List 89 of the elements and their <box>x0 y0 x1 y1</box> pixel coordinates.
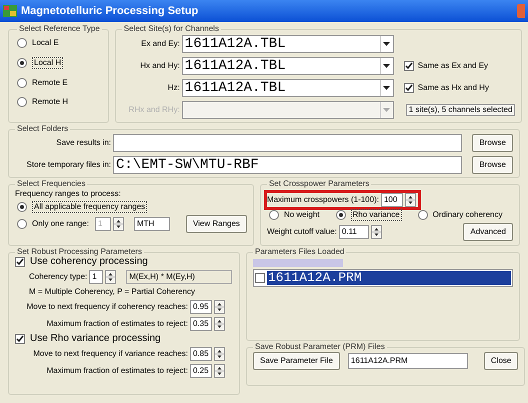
group-title: Save Robust Parameter (PRM) Files <box>254 342 386 352</box>
checkbox[interactable] <box>255 273 265 283</box>
radio-button[interactable] <box>17 219 27 229</box>
note-text: M = Multiple Coherency, P = Partial Coherency <box>28 287 196 297</box>
checkbox[interactable] <box>404 61 414 71</box>
window-title: Magnetotelluric Processing Setup <box>21 6 200 16</box>
radio-label: No weight <box>284 210 320 220</box>
spin-field[interactable]: 0.95 <box>190 300 212 314</box>
spin-field[interactable]: 100 <box>380 193 403 207</box>
group-title: Set Crosspower Parameters <box>268 179 370 189</box>
dropdown[interactable]: 1611A12A.TBL <box>182 35 394 53</box>
spin-buttons[interactable] <box>404 193 416 207</box>
radio-button[interactable] <box>17 97 27 107</box>
push-button[interactable]: Advanced <box>463 223 513 241</box>
radio-button[interactable] <box>17 78 27 88</box>
field-label: Maximum crosspowers (1-100): <box>266 195 379 205</box>
spin-buttons[interactable] <box>214 364 225 378</box>
dropdown-arrow-icon[interactable] <box>380 36 393 52</box>
radio-button[interactable] <box>336 210 346 220</box>
field-label: RHx and RHy: <box>128 105 180 115</box>
radio-button[interactable] <box>17 58 27 68</box>
input-field[interactable] <box>113 134 462 152</box>
checkbox-label: Same as Ex and Ey <box>418 61 488 71</box>
field-label: Store temporary files in: <box>26 160 111 170</box>
spin-field[interactable]: 0.35 <box>190 317 212 331</box>
checkbox-label: Use coherency processing <box>30 257 148 267</box>
field-label: Coherency type: <box>29 272 88 282</box>
spin-field[interactable]: 0.11 <box>338 225 369 239</box>
spin-buttons[interactable] <box>214 347 225 361</box>
field-label: Move to next frequency if variance reaches: <box>33 349 188 359</box>
dropdown-arrow-icon[interactable] <box>380 58 393 74</box>
spin-buttons[interactable] <box>370 225 382 239</box>
spin-buttons[interactable] <box>105 270 116 284</box>
push-button[interactable]: View Ranges <box>186 215 247 233</box>
text-field[interactable]: MTH <box>134 217 170 231</box>
checkbox[interactable] <box>15 257 25 267</box>
status-text: 1 site(s), 5 channels selected <box>406 104 516 116</box>
field-label: Ex and Ey: <box>140 39 180 49</box>
dropdown[interactable]: 1611A12A.TBL <box>182 79 394 97</box>
field-label: Hz: <box>166 83 180 93</box>
radio-button[interactable] <box>17 202 27 212</box>
radio-label: Remote H <box>32 97 68 107</box>
spin-buttons[interactable] <box>214 300 225 314</box>
checkbox-label: Same as Hx and Hy <box>418 83 489 93</box>
radio-label: Ordinary coherency <box>432 210 502 220</box>
dropdown-value: 1611A12A.TBL <box>184 83 287 93</box>
text-field[interactable]: 1611A12A.PRM <box>348 353 468 369</box>
dropdown-value: 1611A12A.TBL <box>184 61 287 71</box>
field-label: Weight cutoff value: <box>266 227 337 237</box>
prompt-text: Frequency ranges to process: <box>15 189 122 199</box>
push-button[interactable]: Browse <box>472 156 513 174</box>
spin-field[interactable]: 0.85 <box>190 347 212 361</box>
radio-label: All applicable frequency ranges <box>32 201 148 213</box>
spin-field[interactable]: 1 <box>89 270 104 284</box>
field-label: Maximum fraction of estimates to reject: <box>46 366 188 376</box>
checkbox-label: Use Rho variance processing <box>30 334 161 344</box>
group-title: Select Reference Type <box>18 24 101 34</box>
app-icon <box>3 5 17 17</box>
checkbox[interactable] <box>15 334 25 344</box>
push-button[interactable]: Close <box>484 352 518 370</box>
radio-label: Only one range: <box>32 219 89 229</box>
push-button[interactable]: Save Parameter File <box>253 352 340 370</box>
spin-field[interactable]: 0.25 <box>190 364 212 378</box>
spin-buttons[interactable] <box>214 317 225 331</box>
dropdown-arrow-icon[interactable] <box>380 80 393 96</box>
field-label: Move to next frequency if coherency reaches: <box>26 302 188 312</box>
radio-label: Local E <box>32 38 59 48</box>
radio-label: Local H <box>32 57 64 69</box>
group-title: Set Robust Processing Parameters <box>16 247 143 256</box>
group-title: Select Folders <box>16 124 70 134</box>
push-button[interactable]: Browse <box>472 134 513 152</box>
group-title: Select Frequencies <box>16 179 86 189</box>
list-item[interactable]: 1611A12A.PRM <box>267 271 511 285</box>
radio-label: Remote E <box>32 78 68 88</box>
radio-button[interactable] <box>418 210 428 220</box>
group-title: Parameters Files Loaded <box>254 247 346 257</box>
spin-buttons[interactable] <box>112 217 124 231</box>
radio-button[interactable] <box>17 38 27 48</box>
field-label: Save results in: <box>55 138 111 148</box>
input-field[interactable]: C:\EMT-SW\MTU-RBF <box>113 156 462 174</box>
dropdown[interactable]: 1611A12A.TBL <box>182 57 394 75</box>
radio-button[interactable] <box>268 210 279 220</box>
group-title: Select Site(s) for Channels <box>122 24 220 34</box>
field-label: Maximum fraction of estimates to reject: <box>46 319 188 329</box>
dropdown-value: 1611A12A.TBL <box>184 39 287 49</box>
field-label: Hx and Hy: <box>139 61 180 71</box>
checkbox[interactable] <box>404 83 414 93</box>
formula-text: M(Ex,H) * M(Ey,H) <box>126 270 232 284</box>
radio-label: Rho variance <box>350 209 402 221</box>
